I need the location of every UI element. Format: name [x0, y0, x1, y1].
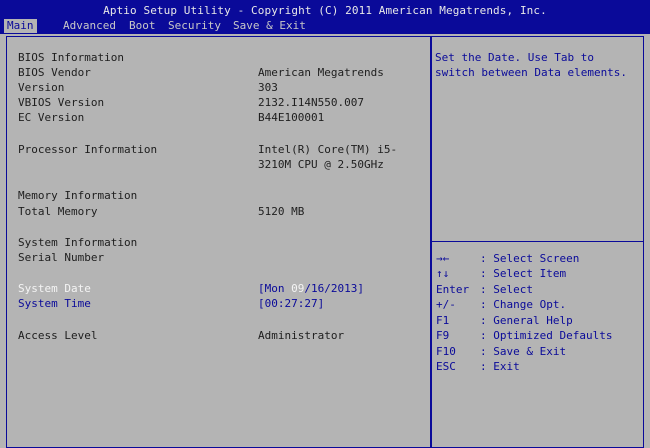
key-hint-desc: : Exit	[480, 360, 520, 373]
date-month-selected[interactable]: 09	[291, 282, 304, 295]
ec-version-value: B44E100001	[258, 111, 325, 124]
key-hint-select-screen: →← : Select Screen	[436, 251, 579, 266]
tab-advanced[interactable]: Advanced	[60, 19, 119, 33]
system-time-field[interactable]: [00:27:27]	[258, 297, 324, 311]
bios-info-heading: BIOS Information	[18, 51, 124, 64]
tab-security[interactable]: Security	[165, 19, 224, 33]
key-hint-desc: : Select Item	[480, 267, 567, 280]
panel-divider	[430, 36, 432, 448]
access-level-label: Access Level	[18, 329, 98, 342]
bios-vendor-value: American Megatrends	[258, 66, 384, 79]
key-name: F1	[436, 314, 450, 327]
serial-number-label: Serial Number	[18, 251, 105, 264]
key-hint-exit: ESC : Exit	[436, 359, 520, 374]
processor-info-label: Processor Information	[18, 143, 158, 156]
key-name: F10	[436, 345, 456, 358]
total-memory-value: 5120 MB	[258, 205, 305, 218]
key-hint-general-help: F1 : General Help	[436, 313, 573, 328]
key-hint-desc: : Save & Exit	[480, 345, 567, 358]
key-name: +/-	[436, 298, 456, 311]
key-hint-save-exit: F10 : Save & Exit	[436, 344, 566, 359]
key-name: F9	[436, 329, 450, 342]
vbios-version-label: VBIOS Version	[18, 96, 105, 109]
key-hint-desc: : Select Screen	[480, 252, 580, 265]
tab-boot[interactable]: Boot	[126, 19, 159, 33]
processor-value-line1: Intel(R) Core(TM) i5-	[258, 143, 398, 156]
ec-version-label: EC Version	[18, 111, 85, 124]
bios-vendor-label: BIOS Vendor	[18, 66, 91, 79]
key-hint-desc: : Select	[480, 283, 533, 296]
version-value: 303	[258, 81, 278, 94]
key-hint-desc: : Change Opt.	[480, 298, 567, 311]
key-hint-enter: Enter : Select	[436, 282, 533, 297]
memory-info-heading: Memory Information	[18, 189, 138, 202]
tab-save-exit[interactable]: Save & Exit	[230, 19, 309, 33]
vbios-version-value: 2132.I14N550.007	[258, 96, 364, 109]
window-title: Aptio Setup Utility - Copyright (C) 2011…	[103, 4, 547, 17]
key-hint-select-item: ↑↓ : Select Item	[436, 266, 566, 281]
date-suffix: /16/2013]	[304, 282, 364, 295]
access-level-value: Administrator	[258, 329, 345, 342]
key-name: ESC	[436, 360, 456, 373]
system-date-field[interactable]: [Mon 09/16/2013]	[258, 282, 364, 296]
version-label: Version	[18, 81, 65, 94]
help-text: Set the Date. Use Tab to switch between …	[435, 51, 628, 79]
system-info-heading: System Information	[18, 236, 138, 249]
arrows-up-down-icon: ↑↓	[436, 267, 450, 280]
system-date-label[interactable]: System Date	[18, 282, 91, 296]
key-hint-optimized-defaults: F9 : Optimized Defaults	[436, 328, 612, 343]
key-hint-change-opt: +/- : Change Opt.	[436, 297, 566, 312]
date-prefix: [Mon	[258, 282, 292, 295]
key-hint-desc: : General Help	[480, 314, 573, 327]
arrows-left-right-icon: →←	[436, 252, 450, 265]
key-hint-desc: : Optimized Defaults	[480, 329, 613, 342]
tab-main[interactable]: Main	[4, 19, 37, 33]
key-name: Enter	[436, 283, 470, 296]
system-time-label[interactable]: System Time	[18, 297, 91, 311]
processor-value-line2: 3210M CPU @ 2.50GHz	[258, 158, 384, 171]
total-memory-label: Total Memory	[18, 205, 98, 218]
help-divider	[432, 241, 644, 242]
